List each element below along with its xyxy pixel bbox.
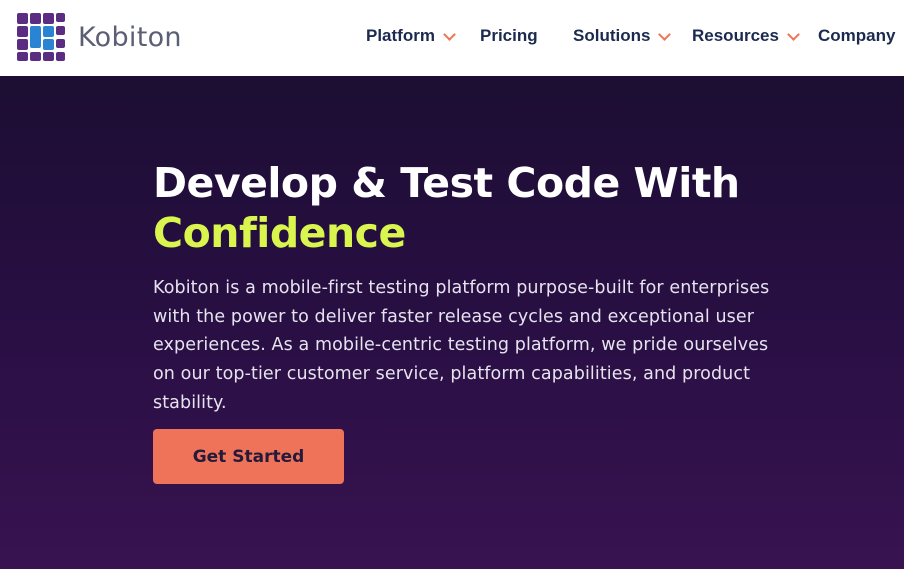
nav-item-label: Solutions <box>573 26 651 45</box>
main-nav: Platform Pricing Solutions Resources Com… <box>0 0 904 76</box>
nav-item-label: Pricing <box>480 26 538 45</box>
nav-item-label: Resources <box>692 26 779 45</box>
nav-item-pricing[interactable]: Pricing <box>480 24 538 48</box>
hero-description: Kobiton is a mobile-first testing platfo… <box>153 278 770 413</box>
chevron-down-icon <box>787 27 800 41</box>
nav-item-resources[interactable]: Resources <box>692 24 800 48</box>
hero-title-accent: Confidence <box>153 209 406 257</box>
nav-item-platform[interactable]: Platform <box>366 24 456 48</box>
chevron-down-icon <box>443 27 456 41</box>
nav-item-label: Company <box>818 26 896 45</box>
hero-title: Develop & Test Code With Confidence <box>153 158 853 258</box>
hero-section: Develop & Test Code With Confidence Kobi… <box>0 76 904 569</box>
get-started-button[interactable]: Get Started <box>153 429 344 484</box>
site-header: Kobiton Platform Pricing Solutions Resou… <box>0 0 904 76</box>
hero-title-line: Develop & Test Code With <box>153 159 740 207</box>
chevron-down-icon <box>658 27 672 41</box>
nav-item-solutions[interactable]: Solutions <box>573 24 672 48</box>
nav-item-company[interactable]: Company <box>818 24 895 48</box>
nav-item-label: Platform <box>366 26 435 45</box>
